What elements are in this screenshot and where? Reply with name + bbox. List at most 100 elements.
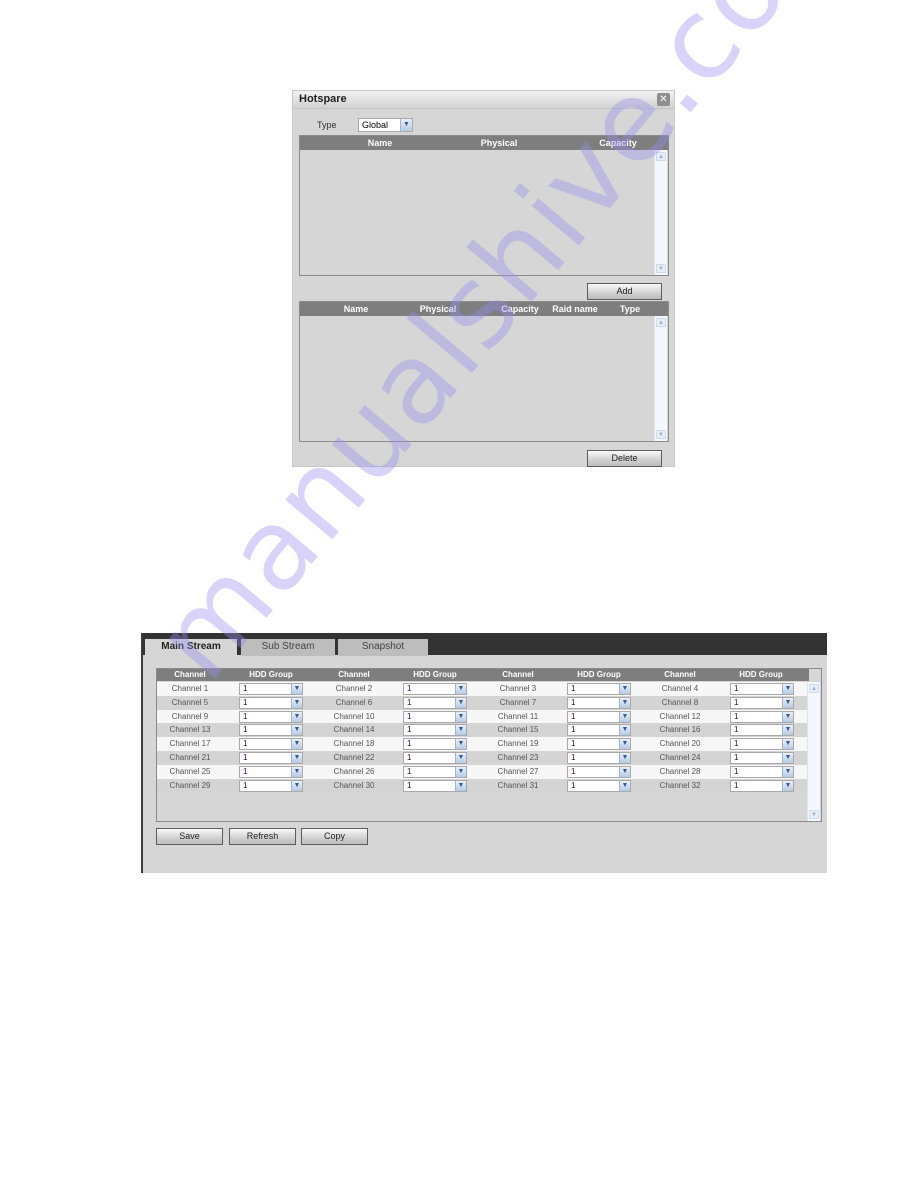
tab-snapshot[interactable]: Snapshot xyxy=(338,639,428,656)
scroll-down-icon[interactable]: ▼ xyxy=(809,810,819,819)
chevron-down-icon[interactable]: ▼ xyxy=(455,739,466,750)
hdd-group-select[interactable]: 1 ▼ xyxy=(239,738,303,751)
hdd-group-value: 1 xyxy=(571,753,576,762)
tab-main-stream[interactable]: Main Stream xyxy=(145,639,237,657)
hdd-group-select[interactable]: 1 ▼ xyxy=(730,710,794,723)
hdd-group-select[interactable]: 1 ▼ xyxy=(730,738,794,751)
copy-button[interactable]: Copy xyxy=(301,828,368,845)
chevron-down-icon[interactable]: ▼ xyxy=(291,725,302,736)
chevron-down-icon[interactable]: ▼ xyxy=(619,766,630,777)
type-select-value: Global xyxy=(362,120,389,130)
chevron-down-icon[interactable]: ▼ xyxy=(619,753,630,763)
save-button[interactable]: Save xyxy=(156,828,223,845)
chevron-down-icon[interactable]: ▼ xyxy=(455,684,466,694)
hdd-group-select[interactable]: 1 ▼ xyxy=(403,752,467,764)
chevron-down-icon[interactable]: ▼ xyxy=(455,780,466,791)
hdd-group-select[interactable]: 1 ▼ xyxy=(239,752,303,764)
scrollbar[interactable]: ▲ ▼ xyxy=(654,150,667,275)
chevron-down-icon[interactable]: ▼ xyxy=(782,739,793,750)
chevron-down-icon[interactable]: ▼ xyxy=(782,697,793,708)
scroll-down-icon[interactable]: ▼ xyxy=(656,430,666,439)
hdd-group-value: 1 xyxy=(734,780,739,790)
tab-sub-stream[interactable]: Sub Stream xyxy=(241,639,335,656)
chevron-down-icon[interactable]: ▼ xyxy=(782,684,793,694)
hdd-group-select[interactable]: 1 ▼ xyxy=(730,696,794,709)
scroll-down-icon[interactable]: ▼ xyxy=(656,264,666,273)
hdd-group-select[interactable]: 1 ▼ xyxy=(567,765,631,778)
chevron-down-icon[interactable]: ▼ xyxy=(291,780,302,791)
hdd-group-select[interactable]: 1 ▼ xyxy=(730,779,794,792)
scrollbar[interactable]: ▲ ▼ xyxy=(654,316,667,441)
chevron-down-icon[interactable]: ▼ xyxy=(619,739,630,750)
hdd-group-select[interactable]: 1 ▼ xyxy=(403,710,467,723)
chevron-down-icon[interactable]: ▼ xyxy=(455,753,466,763)
hdd-group-select[interactable]: 1 ▼ xyxy=(403,779,467,792)
hdd-group-select[interactable]: 1 ▼ xyxy=(567,752,631,764)
hdd-group-select[interactable]: 1 ▼ xyxy=(567,710,631,723)
hdd-group-select[interactable]: 1 ▼ xyxy=(730,752,794,764)
hdd-group-select[interactable]: 1 ▼ xyxy=(730,683,794,695)
chevron-down-icon[interactable]: ▼ xyxy=(619,684,630,694)
channel-label: Channel 27 xyxy=(497,766,539,776)
close-icon[interactable]: ✕ xyxy=(657,93,670,106)
chevron-down-icon[interactable]: ▼ xyxy=(291,697,302,708)
add-button[interactable]: Add xyxy=(587,283,662,300)
chevron-down-icon[interactable]: ▼ xyxy=(455,766,466,777)
channel-label: Channel 13 xyxy=(169,725,211,735)
chevron-down-icon[interactable]: ▼ xyxy=(782,711,793,722)
hdd-group-value: 1 xyxy=(571,725,576,735)
hdd-group-select[interactable]: 1 ▼ xyxy=(567,696,631,709)
chevron-down-icon[interactable]: ▼ xyxy=(619,697,630,708)
hdd-group-select[interactable]: 1 ▼ xyxy=(403,696,467,709)
hdd-group-select[interactable]: 1 ▼ xyxy=(730,765,794,778)
chevron-down-icon[interactable]: ▼ xyxy=(291,753,302,763)
refresh-button[interactable]: Refresh xyxy=(229,828,296,845)
scroll-up-icon[interactable]: ▲ xyxy=(809,684,819,693)
hdd-group-select[interactable]: 1 ▼ xyxy=(239,683,303,695)
hdd-group-select[interactable]: 1 ▼ xyxy=(567,738,631,751)
hdd-group-select[interactable]: 1 ▼ xyxy=(403,724,467,737)
hdd-group-select[interactable]: 1 ▼ xyxy=(567,724,631,737)
hdd-group-value: 1 xyxy=(243,725,248,735)
chevron-down-icon[interactable]: ▼ xyxy=(619,780,630,791)
chevron-down-icon[interactable]: ▼ xyxy=(782,753,793,763)
hdd-group-value: 1 xyxy=(243,684,248,693)
chevron-down-icon[interactable]: ▼ xyxy=(455,711,466,722)
chevron-down-icon[interactable]: ▼ xyxy=(455,725,466,736)
hdd-group-value: 1 xyxy=(571,766,576,776)
hdd-group-value: 1 xyxy=(407,697,412,707)
chevron-down-icon[interactable]: ▼ xyxy=(782,780,793,791)
hdd-group-select[interactable]: 1 ▼ xyxy=(730,724,794,737)
hdd-group-select[interactable]: 1 ▼ xyxy=(403,683,467,695)
table-row: Channel 21 1 ▼ Channel 22 1 ▼ Channel 23 1 ▼ Chan… xyxy=(157,751,809,765)
delete-button[interactable]: Delete xyxy=(587,450,662,467)
hdd-group-value: 1 xyxy=(571,739,576,749)
chevron-down-icon[interactable]: ▼ xyxy=(782,725,793,736)
hdd-group-select[interactable]: 1 ▼ xyxy=(239,710,303,723)
chevron-down-icon[interactable]: ▼ xyxy=(455,697,466,708)
hdd-group-value: 1 xyxy=(243,780,248,790)
scroll-up-icon[interactable]: ▲ xyxy=(656,318,666,327)
chevron-down-icon[interactable]: ▼ xyxy=(400,119,412,131)
hdd-group-select[interactable]: 1 ▼ xyxy=(567,683,631,695)
hdd-group-select[interactable]: 1 ▼ xyxy=(239,696,303,709)
hdd-group-select[interactable]: 1 ▼ xyxy=(567,779,631,792)
hotspare-disks-table: Name Physical Capacity Raid name Type ▲ … xyxy=(299,301,669,442)
hdd-group-select[interactable]: 1 ▼ xyxy=(403,765,467,778)
scrollbar[interactable]: ▲ ▼ xyxy=(807,682,820,821)
hdd-group-select[interactable]: 1 ▼ xyxy=(403,738,467,751)
chevron-down-icon[interactable]: ▼ xyxy=(619,725,630,736)
channel-label: Channel 25 xyxy=(169,766,211,776)
type-select[interactable]: Global ▼ xyxy=(358,118,413,132)
chevron-down-icon[interactable]: ▼ xyxy=(782,766,793,777)
hdd-group-select[interactable]: 1 ▼ xyxy=(239,724,303,737)
hdd-group-select[interactable]: 1 ▼ xyxy=(239,779,303,792)
chevron-down-icon[interactable]: ▼ xyxy=(291,766,302,777)
hdd-group-select[interactable]: 1 ▼ xyxy=(239,765,303,778)
scroll-up-icon[interactable]: ▲ xyxy=(656,152,666,161)
chevron-down-icon[interactable]: ▼ xyxy=(619,711,630,722)
chevron-down-icon[interactable]: ▼ xyxy=(291,739,302,750)
chevron-down-icon[interactable]: ▼ xyxy=(291,684,302,694)
chevron-down-icon[interactable]: ▼ xyxy=(291,711,302,722)
hdd-group-value: 1 xyxy=(407,753,412,762)
